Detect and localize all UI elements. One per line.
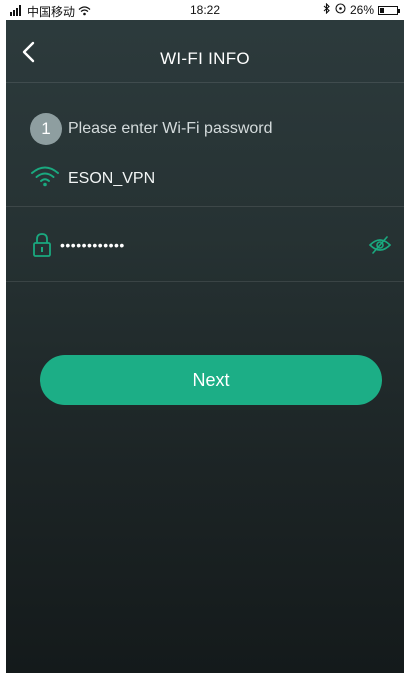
password-divider [6, 281, 404, 282]
battery-percent: 26% [349, 3, 374, 17]
header-divider [6, 82, 404, 83]
eye-slash-icon[interactable] [368, 235, 392, 260]
app-screen: 中国移动 18:22 26% WI-FI INFO 1 Please enter… [6, 0, 404, 673]
status-bar: 中国移动 18:22 26% [6, 0, 404, 20]
wifi-ssid: ESON_VPN [68, 169, 156, 187]
step-instruction: 1 Please enter Wi-Fi password [30, 113, 273, 145]
battery-level [380, 7, 384, 13]
battery-icon [378, 5, 400, 15]
next-button[interactable]: Next [40, 355, 382, 405]
step-number-badge: 1 [30, 113, 62, 145]
wifi-icon [30, 165, 60, 192]
password-field-row [6, 207, 404, 281]
location-icon [335, 3, 346, 17]
status-right: 26% [323, 2, 400, 17]
page-title: WI-FI INFO [160, 49, 250, 68]
password-input[interactable] [58, 236, 352, 254]
header: WI-FI INFO [6, 20, 404, 82]
wifi-network-row: ESON_VPN [30, 165, 155, 192]
bluetooth-icon [323, 2, 331, 17]
lock-icon [32, 232, 52, 263]
step-instruction-text: Please enter Wi-Fi password [68, 120, 273, 137]
